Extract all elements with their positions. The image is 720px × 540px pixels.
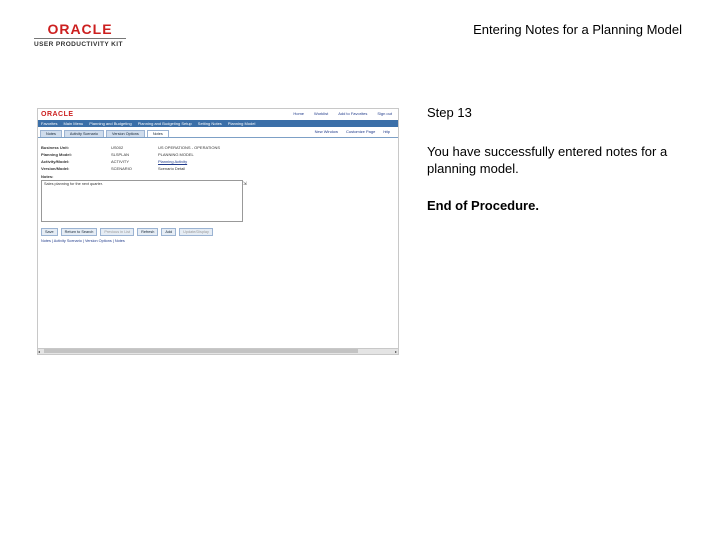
ps-bottom-links[interactable]: Notes | Activity Scenario | Version Opti… [41, 239, 398, 243]
ps-notes-text: Sales planning for the next quarter. [44, 182, 103, 186]
ps-menu-item[interactable]: Planning and Budgeting [89, 121, 131, 126]
ps-menu-item[interactable]: Setting Notes [198, 121, 222, 126]
ps-link-worklist[interactable]: Worklist [314, 111, 328, 116]
ps-field-label: Version/Model: [41, 166, 70, 171]
ps-field-desc: US OPERATIONS - OPERATIONS [158, 145, 221, 150]
oracle-logo-mark: ORACLE [34, 22, 126, 39]
ps-update-display-button[interactable]: Update/Display [179, 228, 213, 236]
ps-field-value: SLSPLAN [111, 152, 130, 157]
ps-key-fields: Business Unit: US002 US OPERATIONS - OPE… [41, 144, 398, 172]
ps-field-value: ACTIVITY [111, 159, 130, 164]
ps-field-desc-link[interactable]: Planning Activity [158, 159, 187, 164]
step-number: Step 13 [427, 105, 472, 120]
ps-oracle-logo: ORACLE [41, 111, 74, 118]
ps-refresh-button[interactable]: Refresh [137, 228, 159, 236]
ps-notes-label: Notes: [41, 174, 54, 179]
ps-notes-expand-icon[interactable]: ⇲ [243, 181, 247, 187]
ps-field-label: Planning Model: [41, 152, 72, 157]
end-of-procedure: End of Procedure. [427, 198, 539, 213]
ps-http-link[interactable]: http [383, 129, 390, 134]
scroll-left-icon[interactable]: ◂ [38, 349, 40, 354]
instruction-panel: Step 13 You have successfully entered no… [427, 104, 697, 214]
ps-notes-textarea[interactable]: Sales planning for the next quarter. ⇲ [41, 180, 247, 222]
step-message: You have successfully entered notes for … [427, 144, 668, 176]
ps-breadcrumb-menu: Favorites Main Menu Planning and Budgeti… [38, 120, 398, 127]
ps-menu-item[interactable]: Main Menu [63, 121, 83, 126]
upk-logo-text: USER PRODUCTIVITY KIT [34, 41, 123, 48]
ps-menu-item[interactable]: Planning and Budgeting Setup [138, 121, 192, 126]
ps-menu-item[interactable]: Planning Model [228, 121, 256, 126]
ps-field-label: Activity/Model: [41, 159, 70, 164]
ps-field-desc: Scenario Detail [158, 166, 186, 171]
ps-previous-in-list-button[interactable]: Previous in List [100, 228, 135, 236]
ps-field-row: Activity/Model: ACTIVITY Planning Activi… [41, 158, 398, 165]
ps-link-favorites[interactable]: Add to Favorites [338, 111, 367, 116]
ps-page-tools: New Window Customize Page http [315, 129, 390, 134]
ps-field-label: Business Unit: [41, 145, 70, 150]
application-screenshot: ORACLE Home Worklist Add to Favorites Si… [37, 108, 399, 355]
ps-tab-version[interactable]: Version Options [106, 130, 145, 137]
scrollbar-thumb[interactable] [44, 349, 358, 353]
ps-field-row: Planning Model: SLSPLAN PLANNING MODEL [41, 151, 398, 158]
ps-header-links: Home Worklist Add to Favorites Sign out [293, 111, 392, 116]
scroll-right-icon[interactable]: ▸ [395, 349, 397, 354]
ps-return-to-search-button[interactable]: Return to Search [60, 228, 98, 236]
ps-save-button[interactable]: Save [41, 228, 58, 236]
slide-title: Entering Notes for a Planning Model [473, 22, 682, 37]
ps-menu-item[interactable]: Favorites [41, 121, 57, 126]
ps-customize-page-link[interactable]: Customize Page [346, 129, 375, 134]
ps-header: ORACLE Home Worklist Add to Favorites Si… [38, 109, 398, 120]
ps-field-desc: PLANNING MODEL [158, 152, 194, 157]
ps-add-button[interactable]: Add [161, 228, 177, 236]
ps-tab-notes[interactable]: Notes [40, 130, 62, 137]
ps-field-row: Version/Model: SCENARIO Scenario Detail [41, 165, 398, 172]
ps-tab-notes-active[interactable]: Notes [146, 130, 169, 137]
ps-field-value: SCENARIO [111, 166, 132, 171]
ps-tab-activity[interactable]: Activity Scenario [63, 130, 104, 137]
oracle-upk-logo: ORACLE USER PRODUCTIVITY KIT [34, 22, 126, 48]
ps-field-row: Business Unit: US002 US OPERATIONS - OPE… [41, 144, 398, 151]
ps-field-value: US002 [111, 145, 124, 150]
ps-link-home[interactable]: Home [293, 111, 304, 116]
ps-tab-bar: Notes Activity Scenario Version Options … [38, 127, 398, 138]
ps-button-bar: Save Return to Search Previous in List R… [41, 228, 398, 236]
ps-horizontal-scrollbar[interactable]: ◂ ▸ [38, 348, 398, 354]
ps-new-window-link[interactable]: New Window [315, 129, 338, 134]
ps-link-signout[interactable]: Sign out [377, 111, 392, 116]
